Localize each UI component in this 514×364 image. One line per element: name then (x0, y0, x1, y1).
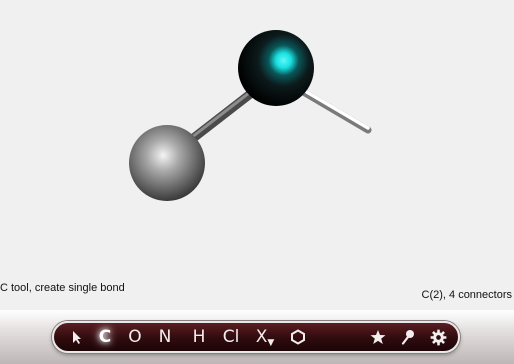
settings-tool-button[interactable] (424, 323, 452, 351)
arrow-cursor-icon (73, 331, 81, 344)
atom-carbon-selected[interactable] (238, 30, 314, 106)
pin-icon (401, 330, 414, 345)
select-tool-button[interactable] (62, 323, 90, 351)
nitrogen-tool-button[interactable]: N (152, 323, 178, 351)
atom-carbon-gray[interactable] (129, 125, 205, 201)
other-element-label: X (255, 327, 268, 347)
hexagon-ring-icon (291, 329, 305, 345)
gear-icon (430, 329, 446, 346)
chlorine-tool-button[interactable]: Cl (216, 323, 246, 351)
star-icon (370, 330, 386, 344)
status-tool-hint: C tool, create single bond (0, 282, 125, 294)
ring-tool-button[interactable] (284, 323, 312, 351)
status-atom-info: C(2), 4 connectors (421, 289, 512, 301)
dropdown-triangle-icon: ▼ (267, 338, 275, 348)
carbon-tool-button[interactable]: C (92, 323, 118, 351)
molecule-viewport[interactable] (0, 0, 514, 310)
hydrogen-tool-button[interactable]: H (186, 323, 212, 351)
connector-stub[interactable] (296, 86, 372, 134)
other-element-tool-button[interactable]: X▼ (250, 323, 280, 351)
oxygen-tool-button[interactable]: O (122, 323, 148, 351)
element-toolbar: C O N H Cl X▼ (52, 321, 460, 353)
favorites-tool-button[interactable] (364, 323, 392, 351)
pin-tool-button[interactable] (394, 323, 422, 351)
